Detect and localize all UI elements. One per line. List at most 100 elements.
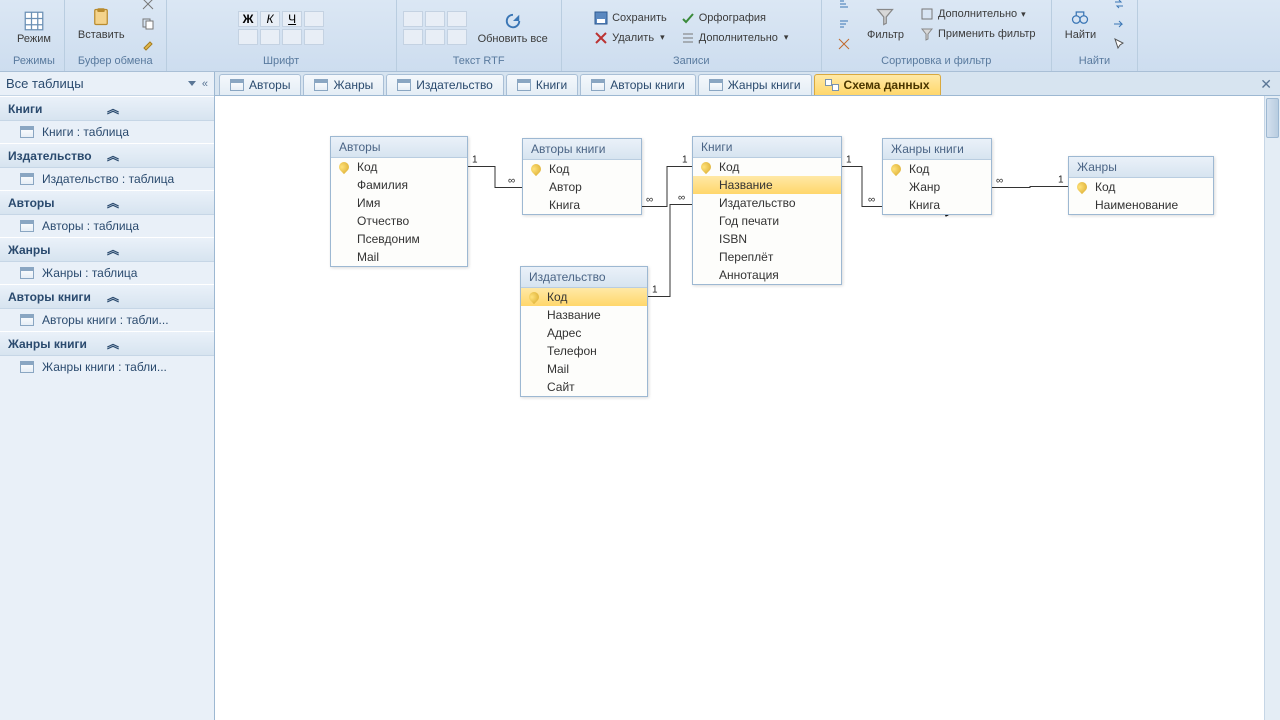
- scrollbar-thumb[interactable]: [1266, 98, 1279, 138]
- nav-item[interactable]: Книги : таблица: [0, 121, 214, 143]
- bold-button[interactable]: Ж: [238, 11, 258, 27]
- document-tab[interactable]: Авторы книги: [580, 74, 695, 95]
- document-tab[interactable]: Схема данных: [814, 74, 941, 95]
- schema-field[interactable]: Название: [693, 176, 841, 194]
- schema-field[interactable]: Код: [1069, 178, 1213, 196]
- brush-button[interactable]: [136, 35, 160, 53]
- nav-group-header[interactable]: Книги︽: [0, 96, 214, 121]
- schema-field[interactable]: Телефон: [521, 342, 647, 360]
- cut-button[interactable]: [136, 0, 160, 13]
- relationships-icon: [825, 79, 839, 91]
- nav-group-header[interactable]: Авторы︽: [0, 190, 214, 215]
- schema-table[interactable]: ЖанрыКодНаименование: [1068, 156, 1214, 215]
- italic-button[interactable]: К: [260, 11, 280, 27]
- view-mode-button[interactable]: Режим: [10, 8, 58, 48]
- nav-item[interactable]: Жанры книги : табли...: [0, 356, 214, 378]
- nav-item[interactable]: Авторы книги : табли...: [0, 309, 214, 331]
- nav-group-header[interactable]: Авторы книги︽: [0, 284, 214, 309]
- schema-table[interactable]: Жанры книгиКодЖанрКнига: [882, 138, 992, 215]
- delete-button[interactable]: Удалить▾: [589, 29, 672, 47]
- nav-item[interactable]: Издательство : таблица: [0, 168, 214, 190]
- schema-field[interactable]: Автор: [523, 178, 641, 196]
- schema-field[interactable]: Книга: [883, 196, 991, 214]
- schema-field[interactable]: Книга: [523, 196, 641, 214]
- list-num-button[interactable]: [403, 11, 423, 27]
- document-tab[interactable]: Жанры: [303, 74, 384, 95]
- underline-button[interactable]: Ч: [282, 11, 302, 27]
- schema-field[interactable]: Отчество: [331, 212, 467, 230]
- ltr-button[interactable]: [425, 29, 445, 45]
- advanced-filter-button[interactable]: Дополнительно▾: [915, 5, 1041, 23]
- indent-dec-button[interactable]: [447, 11, 467, 27]
- nav-pane-header[interactable]: Все таблицы «: [0, 72, 214, 96]
- copy-button[interactable]: [136, 15, 160, 33]
- clear-sort-button[interactable]: [832, 35, 856, 53]
- schema-field[interactable]: ISBN: [693, 230, 841, 248]
- view-mode-label: Режим: [17, 33, 51, 45]
- vertical-scrollbar[interactable]: [1264, 96, 1280, 720]
- refresh-all-button[interactable]: Обновить все: [471, 8, 555, 48]
- nav-item[interactable]: Жанры : таблица: [0, 262, 214, 284]
- close-tab-button[interactable]: ✕: [1252, 74, 1280, 95]
- schema-field[interactable]: Код: [883, 160, 991, 178]
- schema-table-title[interactable]: Авторы: [331, 137, 467, 158]
- more-records-button[interactable]: Дополнительно▾: [676, 29, 794, 47]
- paste-button[interactable]: Вставить: [71, 4, 132, 44]
- save-button[interactable]: Сохранить: [589, 9, 672, 27]
- schema-field[interactable]: Имя: [331, 194, 467, 212]
- schema-field[interactable]: Переплёт: [693, 248, 841, 266]
- schema-field[interactable]: Издательство: [693, 194, 841, 212]
- nav-group-header[interactable]: Издательство︽: [0, 143, 214, 168]
- schema-field[interactable]: Аннотация: [693, 266, 841, 284]
- schema-table[interactable]: КнигиКодНазваниеИздательствоГод печатиIS…: [692, 136, 842, 285]
- schema-field[interactable]: Код: [331, 158, 467, 176]
- schema-table[interactable]: АвторыКодФамилияИмяОтчествоПсевдонимMail: [330, 136, 468, 267]
- schema-table-title[interactable]: Жанры книги: [883, 139, 991, 160]
- schema-table-title[interactable]: Авторы книги: [523, 139, 641, 160]
- schema-field[interactable]: Код: [523, 160, 641, 178]
- gridlines-button[interactable]: [282, 29, 302, 45]
- align-left-button[interactable]: [304, 11, 324, 27]
- indent-inc-button[interactable]: [403, 29, 423, 45]
- schema-field[interactable]: Жанр: [883, 178, 991, 196]
- schema-table-title[interactable]: Книги: [693, 137, 841, 158]
- schema-table[interactable]: Авторы книгиКодАвторКнига: [522, 138, 642, 215]
- schema-field[interactable]: Сайт: [521, 378, 647, 396]
- font-color-button[interactable]: [238, 29, 258, 45]
- spelling-button[interactable]: Орфография: [676, 9, 794, 27]
- select-button[interactable]: [1107, 35, 1131, 53]
- document-tab[interactable]: Издательство: [386, 74, 504, 95]
- schema-field[interactable]: Псевдоним: [331, 230, 467, 248]
- schema-field[interactable]: Код: [521, 288, 647, 306]
- nav-item[interactable]: Авторы : таблица: [0, 215, 214, 237]
- document-tab[interactable]: Жанры книги: [698, 74, 812, 95]
- schema-field[interactable]: Mail: [331, 248, 467, 266]
- nav-collapse-button[interactable]: «: [202, 78, 208, 90]
- nav-group-header[interactable]: Жанры книги︽: [0, 331, 214, 356]
- sort-desc-button[interactable]: [832, 15, 856, 33]
- schema-field[interactable]: Название: [521, 306, 647, 324]
- goto-button[interactable]: [1107, 15, 1131, 33]
- align-center-button[interactable]: [304, 29, 324, 45]
- sort-asc-button[interactable]: [832, 0, 856, 13]
- replace-button[interactable]: [1107, 0, 1131, 13]
- schema-field[interactable]: Год печати: [693, 212, 841, 230]
- schema-table[interactable]: ИздательствоКодНазваниеАдресТелефонMailС…: [520, 266, 648, 397]
- document-tab[interactable]: Книги: [506, 74, 578, 95]
- schema-table-title[interactable]: Издательство: [521, 267, 647, 288]
- apply-filter-button[interactable]: Применить фильтр: [915, 25, 1041, 43]
- nav-group-header[interactable]: Жанры︽: [0, 237, 214, 262]
- relationships-canvas[interactable]: 1∞1∞1∞1∞1∞ АвторыКодФамилияИмяОтчествоПс…: [215, 96, 1280, 720]
- filter-button[interactable]: Фильтр: [860, 4, 911, 44]
- document-tab[interactable]: Авторы: [219, 74, 301, 95]
- schema-field[interactable]: Mail: [521, 360, 647, 378]
- fill-color-button[interactable]: [260, 29, 280, 45]
- schema-field[interactable]: Адрес: [521, 324, 647, 342]
- schema-field[interactable]: Наименование: [1069, 196, 1213, 214]
- rtl-button[interactable]: [447, 29, 467, 45]
- find-button[interactable]: Найти: [1058, 4, 1103, 44]
- list-bullet-button[interactable]: [425, 11, 445, 27]
- schema-table-title[interactable]: Жанры: [1069, 157, 1213, 178]
- schema-field[interactable]: Фамилия: [331, 176, 467, 194]
- schema-field[interactable]: Код: [693, 158, 841, 176]
